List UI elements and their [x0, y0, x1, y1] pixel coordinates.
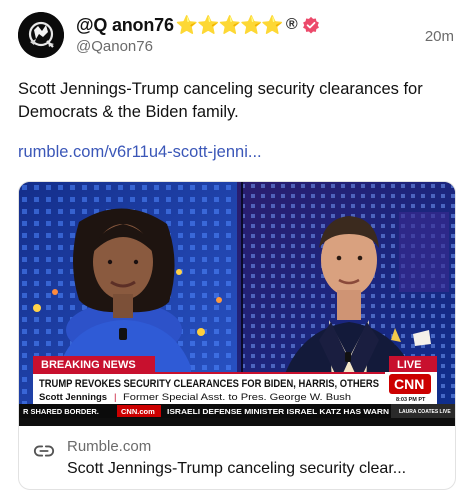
broadcast-time: 8:03 PM PT [396, 397, 426, 403]
post-body-text: Scott Jennings-Trump canceling security … [18, 80, 423, 121]
star-emojis: ⭐⭐⭐⭐⭐ [175, 14, 284, 35]
user-handle[interactable]: @Qanon76 [76, 38, 153, 55]
ticker-right: ISRAELI DEFENSE MINISTER ISRAEL KATZ HAS… [167, 407, 389, 416]
chyron-role: Former Special Asst. to Pres. George W. … [123, 392, 351, 403]
video-thumbnail[interactable]: BREAKING NEWS LIVE TRUMP REVOKES SECURIT… [19, 182, 455, 426]
registered-mark: ® [285, 16, 298, 33]
chyron-name: Scott Jennings [39, 392, 107, 403]
ticker-left: R SHARED BORDER. [23, 407, 99, 416]
link-chain-icon [33, 445, 55, 457]
breaking-news-label: BREAKING NEWS [41, 359, 136, 371]
post-link[interactable]: rumble.com/v6r11u4-scott-jenni... [18, 143, 262, 162]
cnn-broadcast-image: BREAKING NEWS LIVE TRUMP REVOKES SECURIT… [19, 182, 455, 426]
card-footer[interactable]: Rumble.com Scott Jennings-Trump cancelin… [19, 426, 455, 489]
social-post: @Q anon76 ⭐⭐⭐⭐⭐ ® @Qanon76 20m Scott Jen… [0, 0, 474, 500]
chyron-headline: TRUMP REVOKES SECURITY CLEARANCES FOR BI… [39, 378, 379, 390]
link-preview-card[interactable]: BREAKING NEWS LIVE TRUMP REVOKES SECURIT… [18, 181, 456, 490]
card-domain: Rumble.com [67, 438, 152, 455]
cnn-logo-text: CNN [394, 376, 424, 392]
svg-text:|: | [114, 392, 116, 403]
ticker-site: CNN.com [121, 407, 155, 416]
avatar[interactable] [18, 12, 64, 58]
live-label: LIVE [397, 359, 421, 371]
display-name[interactable]: @Q anon76 [76, 15, 174, 36]
post-time[interactable]: 20m [425, 28, 454, 45]
verified-badge-icon [302, 16, 320, 34]
card-title[interactable]: Scott Jennings-Trump canceling security … [67, 460, 406, 478]
name-row: @Q anon76 ⭐⭐⭐⭐⭐ ® [76, 12, 320, 38]
q-anon-avatar-icon [18, 12, 64, 58]
show-badge: LAURA COATES LIVE [399, 409, 451, 415]
